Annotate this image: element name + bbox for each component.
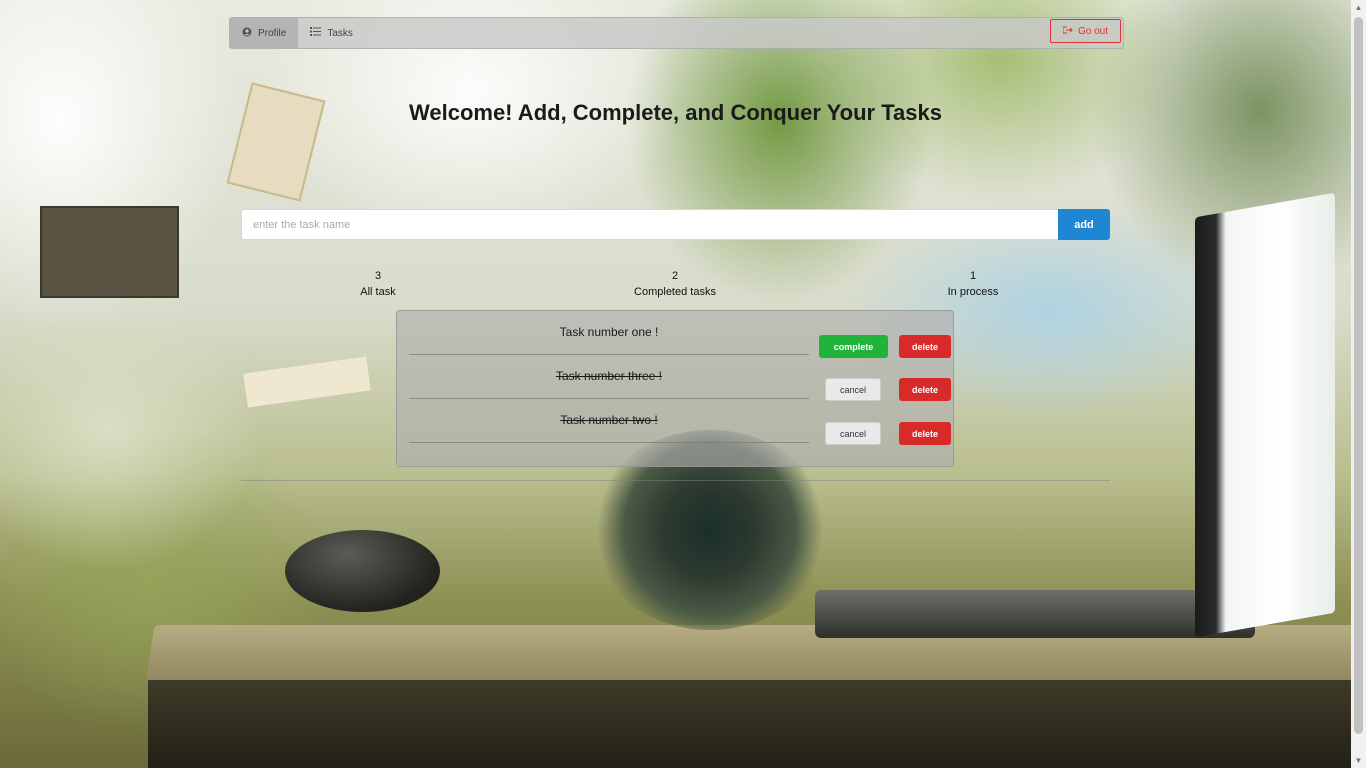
laptop-screen [1195,192,1335,638]
stat-in-process-label: In process [947,286,999,298]
task-name: Task number one ! [559,325,659,339]
flying-paper [40,206,179,298]
go-out-button[interactable]: Go out [1050,19,1121,43]
stat-completed-label: Completed tasks [634,286,716,298]
stat-in-process-count: 1 [969,270,977,282]
stat-in-process: 1 In process [903,268,1043,300]
content-divider [241,480,1110,481]
scroll-thumb[interactable] [1354,17,1363,734]
navbar: Profile Tasks Go out [229,17,1124,49]
task-name: Task number three ! [555,369,663,383]
cancel-button[interactable]: cancel [825,378,881,401]
stat-completed-tasks: 2 Completed tasks [605,268,745,300]
user-circle-icon [242,27,252,40]
delete-button[interactable]: delete [899,422,951,445]
cancel-button[interactable]: cancel [825,422,881,445]
nav-tasks[interactable]: Tasks [298,18,365,48]
sign-out-icon [1062,26,1073,37]
computer-mouse [285,530,440,612]
add-button[interactable]: add [1058,209,1110,240]
desk-edge [148,680,1351,768]
add-task-form: add [241,209,1110,240]
stat-completed-count: 2 [671,270,679,282]
stat-all-label: All task [360,286,396,298]
task-item: Task number three ! cancel delete [397,355,953,401]
task-name-input[interactable] [241,209,1058,240]
task-item: Task number two ! cancel delete [397,399,953,445]
laptop-base [815,590,1255,638]
flying-paper [243,356,371,408]
task-name: Task number two ! [560,413,658,427]
scroll-up-icon[interactable]: ▲ [1351,0,1366,15]
vertical-scrollbar[interactable]: ▲ ▼ [1351,0,1366,768]
scroll-down-icon[interactable]: ▼ [1351,753,1366,768]
task-divider [409,442,809,443]
stat-all-tasks: 3 All task [308,268,448,300]
go-out-label: Go out [1077,25,1109,37]
delete-button[interactable]: delete [899,378,951,401]
list-icon [310,27,322,39]
nav-profile-label: Profile [258,27,287,39]
task-item: Task number one ! complete delete [397,311,953,358]
page-title: Welcome! Add, Complete, and Conquer Your… [409,100,942,125]
nav-profile[interactable]: Profile [230,18,299,48]
task-list: Task number one ! complete delete Task n… [396,310,954,467]
nav-tasks-label: Tasks [327,27,353,39]
stat-all-count: 3 [374,270,382,282]
